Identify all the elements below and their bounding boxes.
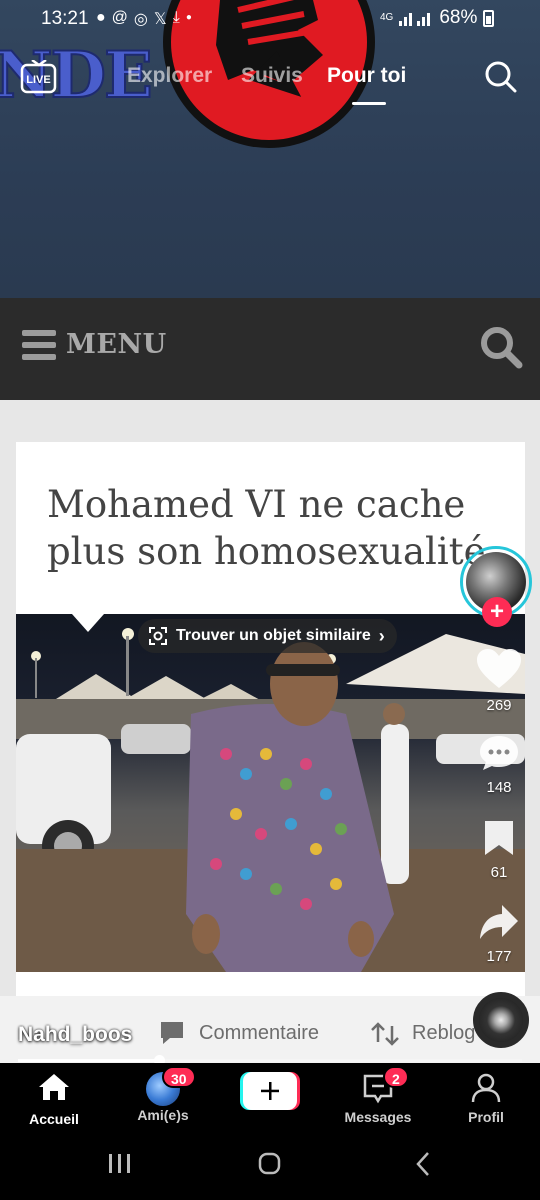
system-nav-icons bbox=[109, 1152, 429, 1176]
create-plus-icon bbox=[240, 1072, 300, 1110]
follow-plus-button[interactable]: + bbox=[482, 597, 512, 627]
nav-amis-label: Ami(e)s bbox=[137, 1107, 189, 1123]
friends-badge: 30 bbox=[162, 1066, 196, 1088]
site-menu-label: MENU bbox=[66, 329, 167, 360]
nav-accueil-label: Accueil bbox=[29, 1111, 79, 1127]
like-button[interactable]: 269 bbox=[470, 648, 528, 714]
nav-profil-label: Profil bbox=[468, 1109, 504, 1125]
nav-messages-label: Messages bbox=[344, 1109, 412, 1125]
find-similar-label: Trouver un objet similaire bbox=[176, 627, 371, 644]
profile-icon bbox=[471, 1073, 501, 1103]
like-count: 269 bbox=[486, 697, 512, 714]
chevron-right-icon: › bbox=[378, 625, 385, 646]
live-tv-icon: LIVE bbox=[20, 58, 57, 94]
tab-explorer[interactable]: Explorer bbox=[127, 64, 212, 88]
chat-bubble-icon: ● bbox=[96, 9, 106, 26]
dot-icon: ● bbox=[185, 12, 192, 23]
nav-accueil[interactable]: Accueil bbox=[9, 1072, 99, 1127]
comment-icon bbox=[161, 1022, 183, 1044]
active-tab-indicator bbox=[352, 102, 386, 105]
heart-icon bbox=[477, 649, 521, 688]
reblog-icon bbox=[371, 1022, 399, 1046]
network-type: 4G bbox=[380, 12, 394, 23]
bookmark-icon bbox=[485, 821, 513, 855]
save-button[interactable]: 61 bbox=[470, 819, 528, 881]
article-photo bbox=[16, 614, 525, 972]
save-count: 61 bbox=[490, 864, 508, 881]
photo-notch bbox=[72, 614, 104, 632]
comment-button[interactable]: 148 bbox=[470, 734, 528, 796]
nav-messages[interactable]: Messages bbox=[333, 1072, 423, 1125]
comment-bubble-icon bbox=[480, 736, 518, 770]
site-search-icon bbox=[481, 327, 523, 369]
messages-badge: 2 bbox=[383, 1066, 409, 1088]
tab-pour-toi[interactable]: Pour toi bbox=[327, 64, 406, 88]
search-icon[interactable] bbox=[484, 60, 518, 94]
video-progress-bar[interactable] bbox=[18, 1055, 522, 1066]
home-system-icon[interactable] bbox=[258, 1152, 281, 1175]
find-similar-object-button[interactable]: Trouver un objet similaire › bbox=[138, 619, 397, 653]
create-button[interactable] bbox=[240, 1072, 300, 1110]
article-title: Mohamed VI ne cache plus son homosexuali… bbox=[47, 483, 486, 573]
system-nav-bar bbox=[0, 1138, 540, 1200]
recent-apps-icon[interactable] bbox=[109, 1154, 130, 1173]
instagram-icon: ◎ bbox=[133, 11, 148, 28]
live-button[interactable]: LIVE bbox=[20, 58, 58, 94]
status-right: 4G 68% bbox=[380, 7, 495, 29]
share-arrow-icon bbox=[480, 905, 518, 939]
live-label: LIVE bbox=[26, 74, 50, 86]
battery-icon bbox=[483, 9, 495, 27]
status-time: 13:21 bbox=[41, 8, 89, 29]
share-count: 177 bbox=[486, 948, 512, 965]
x-logo-icon: 𝕏 bbox=[153, 11, 167, 28]
back-icon[interactable] bbox=[416, 1152, 429, 1176]
home-icon bbox=[39, 1074, 69, 1100]
tab-suivis[interactable]: Suivis bbox=[241, 64, 303, 88]
sound-disc-icon[interactable] bbox=[473, 992, 529, 1048]
status-bar: 13:21 ● @ ◎ 𝕏 ⤓ ● 4G 68% bbox=[0, 0, 540, 40]
threads-icon: @ bbox=[111, 9, 128, 26]
comment-count: 148 bbox=[486, 779, 512, 796]
signal-icon bbox=[399, 13, 431, 26]
video-player[interactable]: NDE MENU Mohamed VI ne cache plus son ho… bbox=[0, 0, 540, 1063]
nav-profil[interactable]: Profil bbox=[441, 1072, 531, 1125]
comment-label[interactable]: Commentaire bbox=[199, 1022, 319, 1045]
creator-username[interactable]: Nahd_boos bbox=[18, 1023, 132, 1047]
reblog-label[interactable]: Reblog bbox=[412, 1022, 475, 1045]
share-button[interactable]: 177 bbox=[470, 903, 528, 965]
site-banner: NDE bbox=[0, 0, 540, 298]
photo-scene bbox=[16, 628, 525, 972]
lens-scan-icon bbox=[149, 627, 167, 645]
video-progress-fill bbox=[18, 1059, 160, 1062]
battery-percent: 68% bbox=[439, 7, 478, 28]
hamburger-icon bbox=[22, 330, 56, 360]
notification-icons: ● @ ◎ 𝕏 ⤓ ● bbox=[96, 9, 192, 29]
download-icon: ⤓ bbox=[172, 9, 180, 26]
